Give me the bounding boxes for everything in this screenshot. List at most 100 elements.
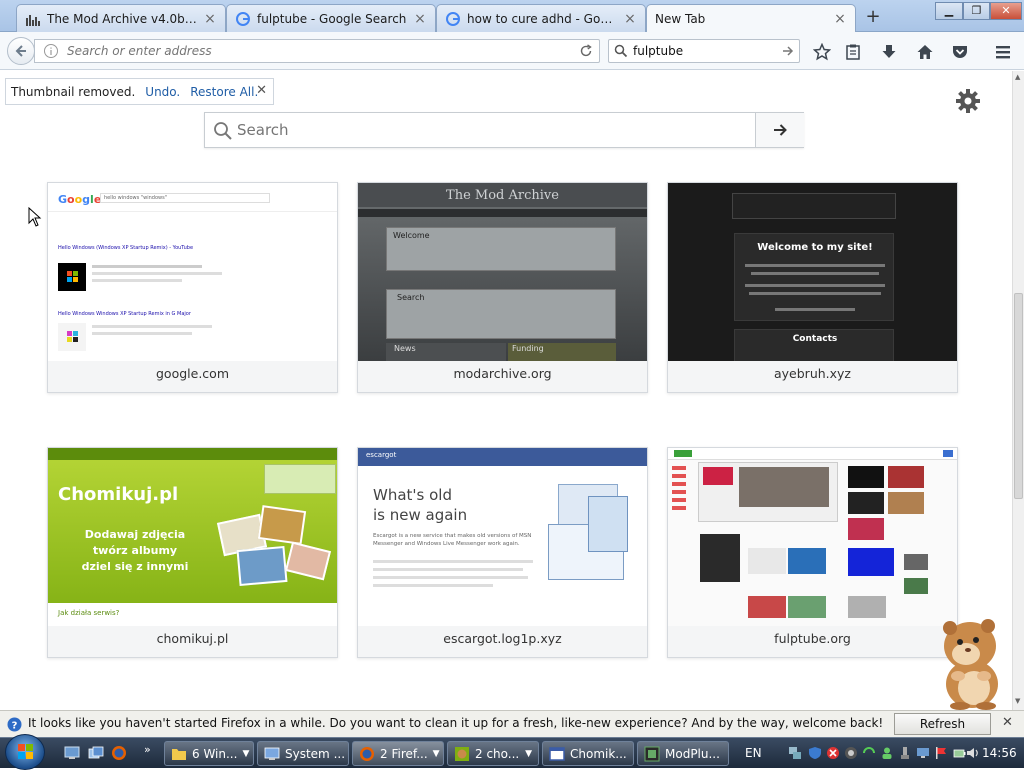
info-icon[interactable] <box>43 43 59 62</box>
modarchive-welcome: Welcome <box>393 231 430 240</box>
tile-ayebruh[interactable]: Welcome to my site! Contacts ayebruh.xyz <box>667 182 958 393</box>
back-button[interactable] <box>7 37 35 65</box>
tile-label: ayebruh.xyz <box>774 366 851 381</box>
tile-label: modarchive.org <box>453 366 552 381</box>
taskbar-item-label: ModPlu... <box>665 746 720 761</box>
clock[interactable]: 14:56 <box>982 746 1017 760</box>
tab-google-search[interactable]: fulptube - Google Search × <box>226 4 436 32</box>
new-tab-button[interactable]: + <box>862 6 884 28</box>
security-tray-icon[interactable] <box>844 746 858 760</box>
search-input[interactable] <box>633 40 773 62</box>
video-thumbnail <box>58 263 86 291</box>
search-go-button[interactable] <box>755 113 804 147</box>
tile-thumbnail: escargot What's old is new again Escargo… <box>358 448 647 626</box>
tile-escargot[interactable]: escargot What's old is new again Escargo… <box>357 447 648 658</box>
google-result-title: Hello Windows Windows XP Startup Remix i… <box>58 311 191 317</box>
ayebruh-welcome: Welcome to my site! <box>757 242 873 253</box>
tab-title: how to cure adhd - Google... <box>467 11 617 26</box>
escargot-brand: escargot <box>366 451 397 459</box>
firefox-icon[interactable] <box>111 745 127 764</box>
gear-icon[interactable] <box>954 87 982 115</box>
modarchive-search: Search <box>397 293 425 302</box>
notification-bar: ? It looks like you haven't started Fire… <box>0 710 1024 751</box>
network-tray-icon[interactable] <box>788 746 802 760</box>
scroll-down-icon[interactable]: ▼ <box>1015 697 1020 705</box>
url-input[interactable] <box>67 40 567 62</box>
vertical-scrollbar[interactable]: ▲ ▼ <box>1012 71 1024 710</box>
blocked-tray-icon[interactable] <box>826 746 840 760</box>
taskbar-item-chomikuj[interactable]: Chomik... <box>542 741 634 766</box>
usb-tray-icon[interactable] <box>898 746 912 760</box>
taskbar-item-modplug[interactable]: ModPlu... <box>637 741 729 766</box>
language-indicator[interactable]: EN <box>745 746 762 760</box>
search-icon <box>614 44 628 61</box>
home-button[interactable] <box>914 41 936 63</box>
taskbar-item-label: 2 cho... <box>475 746 520 761</box>
chevron-down-icon: ▼ <box>242 748 250 759</box>
menu-button[interactable] <box>992 41 1014 63</box>
sync-tray-icon[interactable] <box>862 746 876 760</box>
close-icon[interactable]: ✕ <box>256 83 267 98</box>
switch-windows-icon[interactable] <box>88 746 104 763</box>
search-bar[interactable] <box>608 39 800 63</box>
restore-all-link[interactable]: Restore All. <box>190 85 258 99</box>
chevron-down-icon: ▼ <box>525 748 532 759</box>
close-icon[interactable]: ✕ <box>1002 715 1013 730</box>
downloads-button[interactable] <box>878 41 900 63</box>
tab-mod-archive[interactable]: The Mod Archive v4.0b - A... × <box>16 4 226 32</box>
firefox-icon <box>359 746 375 762</box>
bookmarks-menu-button[interactable] <box>842 41 864 63</box>
quick-launch-more-icon[interactable]: » <box>144 743 151 756</box>
tab-title: The Mod Archive v4.0b - A... <box>47 11 197 26</box>
google-icon <box>445 11 461 27</box>
hamburger-icon <box>996 46 1010 59</box>
power-tray-icon[interactable] <box>952 746 966 760</box>
close-icon[interactable]: × <box>413 11 427 27</box>
video-thumbnail <box>58 323 86 351</box>
mouse-cursor-icon <box>28 206 42 230</box>
search-go-icon[interactable] <box>781 44 795 61</box>
chevron-down-icon: ▼ <box>432 748 440 759</box>
window-close-button[interactable]: ✕ <box>990 2 1022 20</box>
undo-notification: Thumbnail removed. Undo. Restore All. ✕ <box>5 78 274 105</box>
tile-google[interactable]: Google hello windows "windows" Hello Win… <box>47 182 338 393</box>
windows-logo-icon <box>18 744 33 759</box>
taskbar-item-windows[interactable]: 6 Win... ▼ <box>164 741 254 766</box>
google-query: hello windows "windows" <box>100 193 270 203</box>
taskbar-item-label: Chomik... <box>570 746 627 761</box>
close-icon[interactable]: × <box>833 11 847 27</box>
flag-tray-icon[interactable] <box>934 746 948 760</box>
user-tray-icon[interactable] <box>880 746 894 760</box>
start-button[interactable] <box>5 734 45 770</box>
tile-modarchive[interactable]: The Mod Archive Welcome Search News Fund… <box>357 182 648 393</box>
tile-thumbnail: Welcome to my site! Contacts <box>668 183 957 361</box>
star-icon <box>813 43 831 61</box>
undo-link[interactable]: Undo. <box>145 85 180 99</box>
maximize-button[interactable]: ❐ <box>963 2 990 20</box>
tile-fulptube[interactable]: fulptube.org <box>667 447 958 658</box>
reload-icon[interactable] <box>578 43 594 62</box>
pocket-button[interactable] <box>949 41 971 63</box>
arrow-right-icon <box>774 124 787 136</box>
new-tab-search[interactable] <box>204 112 804 148</box>
taskbar-item-firefox[interactable]: 2 Firef... ▼ <box>352 741 444 766</box>
volume-tray-icon[interactable] <box>966 746 980 760</box>
display-tray-icon[interactable] <box>916 746 930 760</box>
tab-adhd-search[interactable]: how to cure adhd - Google... × <box>436 4 646 32</box>
shield-tray-icon[interactable] <box>808 746 822 760</box>
scroll-up-icon[interactable]: ▲ <box>1015 73 1020 81</box>
minimize-button[interactable]: ▁ <box>935 2 963 20</box>
taskbar-item-system[interactable]: System ... <box>257 741 349 766</box>
search-icon <box>213 121 233 144</box>
tab-new-tab[interactable]: New Tab × <box>646 4 856 33</box>
show-desktop-icon[interactable] <box>64 746 80 763</box>
bookmark-star-button[interactable] <box>811 41 833 63</box>
new-tab-search-input[interactable] <box>237 113 747 147</box>
tile-chomikuj[interactable]: Chomikuj.pl Dodawaj zdjęcia twórz albumy… <box>47 447 338 658</box>
close-icon[interactable]: × <box>623 11 637 27</box>
scroll-thumb[interactable] <box>1014 293 1023 499</box>
address-bar[interactable] <box>34 39 600 63</box>
taskbar-item-chomikuj-group[interactable]: 2 cho... ▼ <box>447 741 539 766</box>
close-icon[interactable]: × <box>203 11 217 27</box>
refresh-firefox-button[interactable]: Refresh Firefox... <box>894 713 991 751</box>
